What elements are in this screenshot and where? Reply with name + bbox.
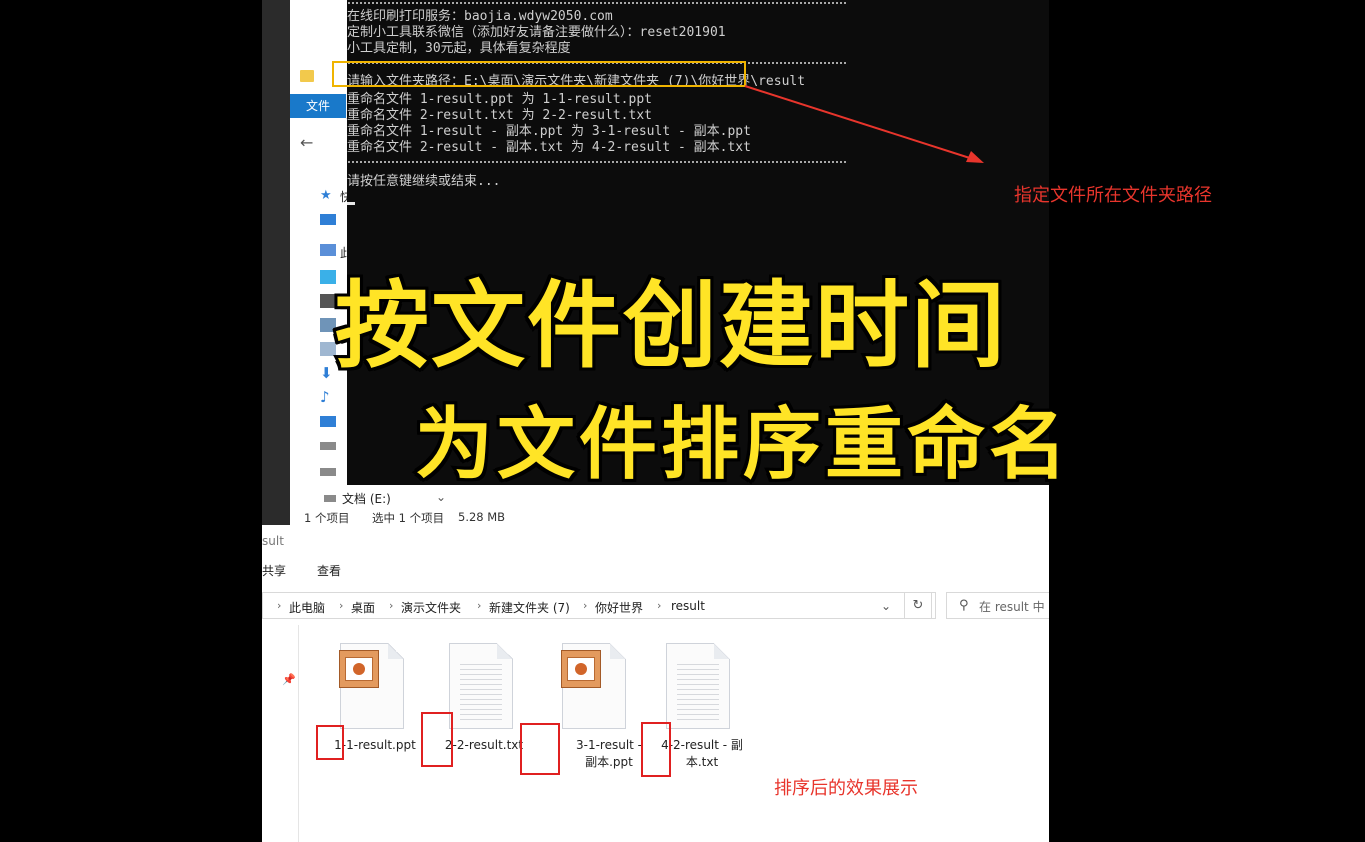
digit-highlight-box [641, 722, 671, 777]
back-arrow-icon[interactable]: ← [300, 133, 313, 152]
window-title: sult [262, 534, 284, 548]
overlay-title-line1: 按文件创建时间 [332, 269, 1008, 384]
chevron-right-icon: › [339, 599, 344, 612]
drive-label: 文档 (E:) [342, 492, 391, 506]
breadcrumb-desktop[interactable]: 桌面 [351, 599, 375, 616]
address-bar[interactable]: › 此电脑 › 桌面 › 演示文件夹 › 新建文件夹 (7) › 你好世界 › … [262, 592, 936, 619]
breadcrumb-hello-world[interactable]: 你好世界 [595, 599, 643, 616]
txt-file-icon [449, 643, 513, 729]
music-icon: ♪ [320, 388, 330, 406]
powerpoint-badge [339, 650, 379, 688]
console-prompt-line: 请按任意键继续或结束... [347, 174, 501, 189]
desktop-folder-icon [320, 416, 336, 427]
star-icon: ★ [320, 188, 332, 203]
front-explorer-window: sult 共享 查看 › 此电脑 › 桌面 › 演示文件夹 › 新建文件夹 (7… [262, 525, 1049, 842]
pictures-icon [320, 318, 336, 332]
search-input[interactable]: 在 result 中 [979, 598, 1045, 615]
pane-divider [298, 625, 299, 842]
digit-highlight-box [316, 725, 344, 760]
file-name: 3-1-result - 副本.ppt [575, 738, 643, 769]
status-bar: 1 个项目 选中 1 个项目 5.28 MB [290, 508, 1049, 525]
chevron-right-icon: › [657, 599, 662, 612]
menu-share[interactable]: 共享 [262, 562, 286, 579]
digit-highlight-box [421, 712, 453, 767]
console-line: 在线印刷打印服务：baojia.wdyw2050.com [347, 9, 613, 24]
console-line: 小工具定制，30元起，具体看复杂程度 [347, 41, 571, 56]
ribbon-file-tab[interactable]: 文件 [290, 94, 346, 118]
arrow-line [744, 85, 977, 161]
ppt-file-icon [561, 643, 626, 729]
breadcrumb-result[interactable]: result [671, 599, 705, 613]
search-icon: ⚲ [959, 598, 969, 613]
pin-icon[interactable]: 📌 [282, 673, 296, 686]
menu-view[interactable]: 查看 [317, 562, 341, 579]
folder-icon [300, 70, 314, 82]
path-highlight-box [332, 61, 746, 87]
tree-item-drive-e[interactable]: 文档 (E:) [342, 490, 391, 507]
digit-highlight-box [520, 723, 560, 775]
powerpoint-badge [561, 650, 601, 688]
drive-icon [320, 468, 336, 476]
console-line: 重命名文件 1-result.ppt 为 1-1-result.ppt [347, 92, 652, 107]
chevron-right-icon: › [277, 599, 282, 612]
annotation-arrow [744, 85, 984, 163]
console-line: 重命名文件 2-result.txt 为 2-2-result.txt [347, 108, 652, 123]
status-item-count: 1 个项目 [304, 511, 350, 525]
refresh-icon[interactable]: ↻ [904, 592, 932, 619]
overlay-title-line2: 为文件排序重命名 [412, 397, 1072, 493]
drive-e-icon [324, 495, 336, 502]
breadcrumb-new-folder[interactable]: 新建文件夹 (7) [489, 599, 570, 616]
chevron-right-icon: › [583, 599, 588, 612]
desktop-icon [320, 214, 336, 225]
ppt-file-icon [339, 643, 404, 729]
drive-icon [320, 442, 336, 450]
chevron-down-icon[interactable]: ⌄ [881, 599, 891, 613]
3d-objects-icon [320, 270, 336, 284]
arrow-head [966, 151, 984, 163]
chevron-right-icon: › [477, 599, 482, 612]
search-box[interactable]: ⚲ 在 result 中 [946, 592, 1049, 619]
console-separator [347, 1, 847, 5]
console-line: 重命名文件 1-result - 副本.ppt 为 3-1-result - 副… [347, 124, 751, 139]
result-annotation: 排序后的效果展示 [774, 778, 918, 799]
breadcrumb-this-pc[interactable]: 此电脑 [289, 599, 325, 616]
folder-path-annotation: 指定文件所在文件夹路径 [1014, 185, 1212, 206]
chevron-right-icon: › [389, 599, 394, 612]
computer-icon [320, 244, 336, 256]
window-edge [262, 0, 290, 525]
console-line: 重命名文件 2-result - 副本.txt 为 4-2-result - 副… [347, 140, 751, 155]
status-size: 5.28 MB [458, 510, 506, 524]
documents-icon [320, 342, 336, 356]
video-icon [320, 294, 336, 308]
txt-file-icon [666, 643, 730, 729]
console-cursor [347, 202, 355, 205]
breadcrumb-demo-folder[interactable]: 演示文件夹 [401, 599, 461, 616]
downloads-icon: ⬇ [320, 364, 333, 382]
status-selected: 选中 1 个项目 [372, 511, 445, 525]
console-line: 定制小工具联系微信（添加好友请备注要做什么）：reset201901 [347, 25, 726, 40]
